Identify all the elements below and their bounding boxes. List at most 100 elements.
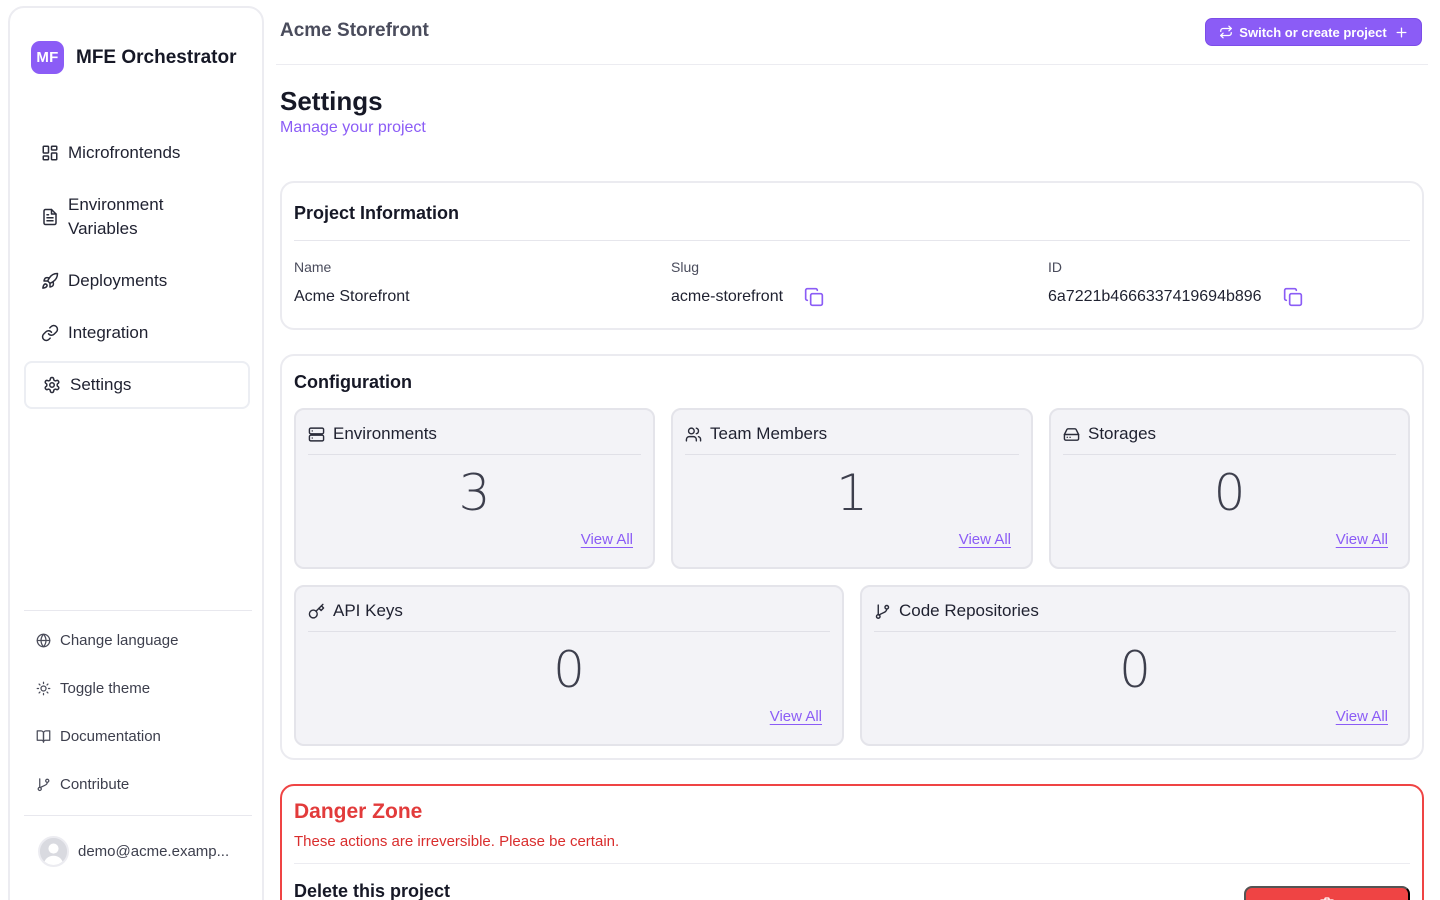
project-information-card: Project Information Name Acme Storefront…: [280, 181, 1424, 330]
stat-count: 0: [1213, 464, 1246, 522]
sidebar: MF MFE Orchestrator Microfrontends Envir…: [8, 6, 264, 900]
slug-value: acme-storefront: [671, 287, 824, 307]
sidebar-item-label: Microfrontends: [68, 143, 181, 162]
view-all-storages-link[interactable]: View All: [1336, 531, 1388, 548]
avatar: [38, 836, 69, 867]
stat-count: 1: [836, 464, 868, 522]
stat-label: Team Members: [710, 424, 828, 443]
stat-count: 0: [553, 641, 585, 699]
stat-header: Team Members: [685, 424, 827, 444]
brand[interactable]: MF MFE Orchestrator: [31, 41, 236, 74]
toggle-theme-button[interactable]: Toggle theme: [36, 680, 150, 697]
rocket-icon: [42, 272, 59, 289]
git-branch-icon: [37, 778, 50, 792]
environments-card: Environments 3 View All: [294, 408, 655, 569]
sidebar-item-label: Integration: [68, 323, 149, 342]
file-text-icon: [43, 208, 57, 226]
name-value: Acme Storefront: [294, 288, 410, 306]
git-branch-icon: [875, 603, 890, 619]
team-members-card: Team Members 1 View All: [671, 408, 1033, 569]
contribute-label: Contribute: [60, 776, 130, 793]
stat-label: API Keys: [333, 601, 403, 620]
sidebar-item-microfrontends[interactable]: Microfrontends: [24, 138, 250, 168]
sidebar-item-deployments[interactable]: Deployments: [24, 266, 250, 296]
sidebar-item-label: Deployments: [68, 271, 168, 290]
brand-name: MFE Orchestrator: [76, 46, 237, 68]
name-text: Acme Storefront: [294, 288, 410, 305]
stat-header: API Keys: [308, 601, 403, 621]
view-all-code-repositories-link[interactable]: View All: [1336, 708, 1388, 725]
plus-icon: [1396, 27, 1407, 37]
user-icon: [40, 838, 67, 865]
danger-zone-title: Danger Zone: [294, 800, 423, 823]
id-value: 6a7221b4666337419694b896: [1048, 287, 1303, 307]
danger-zone-description: These actions are irreversible. Please b…: [294, 833, 620, 850]
page-subtitle: Manage your project: [280, 119, 426, 136]
sidebar-divider: [24, 815, 252, 816]
stat-header: Code Repositories: [874, 601, 1039, 621]
id-text: 6a7221b4666337419694b896: [1048, 288, 1262, 305]
hard-drive-icon: [1063, 427, 1080, 441]
book-open-icon: [36, 730, 51, 743]
stat-divider: [685, 454, 1019, 455]
documentation-label: Documentation: [60, 728, 161, 745]
gear-icon: [44, 376, 60, 394]
users-icon: [685, 426, 702, 442]
trash-icon: [1320, 897, 1334, 900]
layout-grid-icon: [42, 145, 58, 161]
repeat-icon: [1220, 25, 1233, 39]
user-menu[interactable]: demo@acme.examp...: [38, 836, 229, 867]
view-all-team-members-link[interactable]: View All: [959, 531, 1011, 548]
sidebar-item-label: Environment Variables: [68, 195, 164, 238]
user-email: demo@acme.examp...: [78, 843, 230, 860]
sidebar-item-settings[interactable]: Settings: [24, 361, 250, 409]
globe-icon: [36, 633, 51, 648]
toggle-theme-label: Toggle theme: [60, 680, 151, 697]
stat-count: 3: [458, 464, 491, 522]
sidebar-item-environment-variables[interactable]: Environment Variables: [24, 191, 250, 243]
card-title: Configuration: [294, 372, 412, 392]
slug-text: acme-storefront: [671, 288, 784, 305]
documentation-link[interactable]: Documentation: [36, 728, 161, 745]
view-all-api-keys-link[interactable]: View All: [770, 708, 822, 725]
topbar-divider: [276, 64, 1428, 65]
sun-icon: [36, 681, 51, 696]
stat-divider: [1063, 454, 1396, 455]
stat-header: Environments: [308, 424, 437, 444]
copy-icon[interactable]: [1283, 287, 1303, 307]
delete-project-heading: Delete this project: [294, 881, 451, 900]
configuration-card: Configuration Environments 3 View All Te…: [280, 354, 1424, 760]
sidebar-divider: [24, 610, 252, 611]
brand-logo: MF: [31, 41, 64, 74]
page-title: Settings: [280, 86, 383, 116]
key-icon: [308, 603, 325, 619]
project-name: Acme Storefront: [280, 20, 429, 41]
id-label: ID: [1048, 259, 1062, 275]
api-keys-card: API Keys 0 View All: [294, 585, 844, 746]
code-repositories-card: Code Repositories 0 View All: [860, 585, 1410, 746]
stat-label: Environments: [333, 424, 437, 443]
name-label: Name: [294, 259, 332, 275]
danger-zone-divider: [294, 863, 1410, 864]
stat-divider: [308, 631, 830, 632]
link-icon: [41, 324, 59, 342]
card-title: Project Information: [294, 203, 460, 223]
sidebar-item-integration[interactable]: Integration: [24, 318, 250, 348]
stat-header: Storages: [1063, 424, 1156, 444]
danger-zone-card: Danger Zone These actions are irreversib…: [280, 784, 1424, 900]
delete-project-button[interactable]: [1244, 886, 1410, 900]
switch-project-label: Switch or create project: [1239, 24, 1387, 40]
storages-card: Storages 0 View All: [1049, 408, 1410, 569]
contribute-link[interactable]: Contribute: [36, 776, 129, 793]
switch-project-button[interactable]: Switch or create project: [1205, 18, 1422, 46]
stat-divider: [874, 631, 1396, 632]
stat-label: Code Repositories: [899, 601, 1039, 620]
copy-icon[interactable]: [804, 287, 824, 307]
change-language-label: Change language: [60, 632, 179, 649]
stat-count: 0: [1119, 641, 1151, 699]
slug-label: Slug: [671, 259, 700, 275]
view-all-environments-link[interactable]: View All: [581, 531, 633, 548]
stat-label: Storages: [1088, 424, 1157, 443]
change-language-button[interactable]: Change language: [36, 632, 178, 649]
stat-divider: [308, 454, 641, 455]
